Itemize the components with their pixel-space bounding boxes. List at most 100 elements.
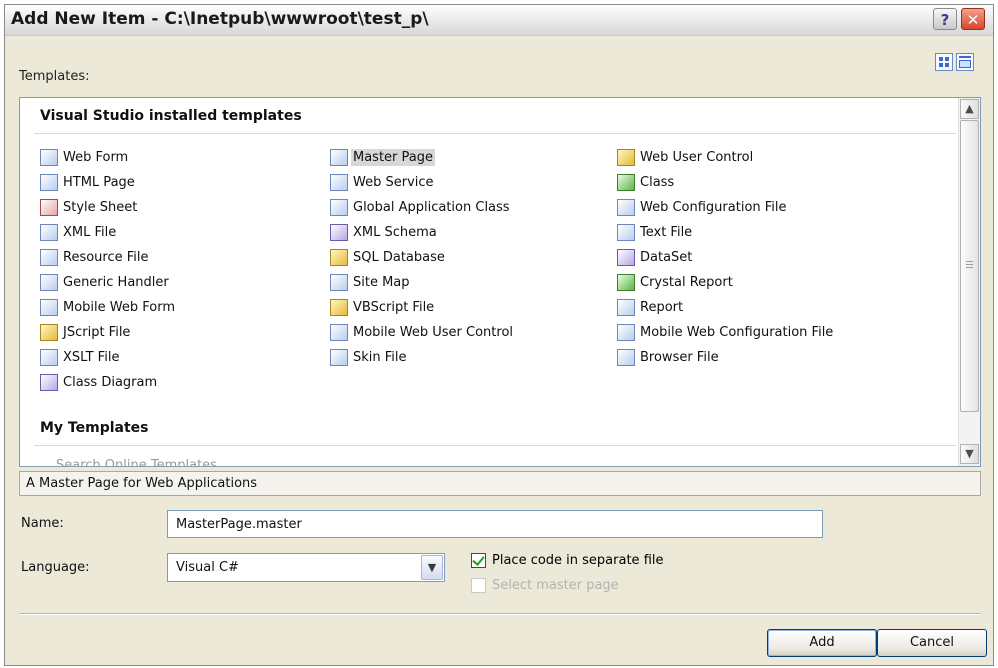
template-item-label: DataSet bbox=[640, 249, 693, 265]
dialog-title: Add New Item - C:\Inetpub\wwwroot\test_p… bbox=[11, 9, 429, 29]
template-item-web-user-control[interactable]: Web User Control bbox=[617, 146, 755, 168]
template-item-crystal-report[interactable]: Crystal Report bbox=[617, 271, 735, 293]
template-item-label: Crystal Report bbox=[640, 274, 733, 290]
template-item-label: SQL Database bbox=[353, 249, 445, 265]
template-item-label: Generic Handler bbox=[63, 274, 169, 290]
class-icon bbox=[617, 173, 635, 191]
place-code-option[interactable]: Place code in separate file bbox=[471, 553, 664, 568]
template-item-web-form[interactable]: Web Form bbox=[40, 146, 130, 168]
search-online-templates-item[interactable]: Search Online Templates... bbox=[56, 458, 229, 466]
template-item-class[interactable]: Class bbox=[617, 171, 676, 193]
template-item-report[interactable]: Report bbox=[617, 296, 685, 318]
vbscript-file-icon bbox=[330, 298, 348, 316]
template-item-text-file[interactable]: Text File bbox=[617, 221, 694, 243]
select-master-checkbox bbox=[471, 578, 486, 593]
select-master-option: Select master page bbox=[471, 578, 619, 593]
template-item-label: Report bbox=[640, 299, 684, 315]
template-item-dataset[interactable]: DataSet bbox=[617, 246, 694, 268]
template-item-vbscript-file[interactable]: VBScript File bbox=[330, 296, 436, 318]
template-item-label: Class Diagram bbox=[63, 374, 158, 390]
template-item-label: Global Application Class bbox=[353, 199, 510, 215]
template-item-label: Master Page bbox=[351, 148, 435, 166]
chevron-down-icon[interactable]: ▼ bbox=[421, 555, 443, 580]
close-button[interactable]: ✕ bbox=[961, 8, 985, 30]
template-item-mobile-web-user-control[interactable]: Mobile Web User Control bbox=[330, 321, 515, 343]
global-application-class-icon bbox=[330, 198, 348, 216]
browser-file-icon bbox=[617, 348, 635, 366]
mobile-web-user-control-icon bbox=[330, 323, 348, 341]
site-map-icon bbox=[330, 273, 348, 291]
group-header-my-templates: My Templates bbox=[40, 420, 149, 436]
web-configuration-file-icon bbox=[617, 198, 635, 216]
large-icons-view-button[interactable] bbox=[935, 53, 953, 71]
template-item-jscript-file[interactable]: JScript File bbox=[40, 321, 132, 343]
name-label: Name: bbox=[21, 516, 64, 531]
dataset-icon bbox=[617, 248, 635, 266]
template-item-label: Web User Control bbox=[640, 149, 754, 165]
template-item-html-page[interactable]: HTML Page bbox=[40, 171, 137, 193]
template-item-label: Text File bbox=[640, 224, 693, 240]
mobile-web-configuration-file-icon bbox=[617, 323, 635, 341]
place-code-label: Place code in separate file bbox=[492, 553, 664, 568]
mobile-web-form-icon bbox=[40, 298, 58, 316]
name-input[interactable] bbox=[167, 510, 823, 538]
template-item-label: Mobile Web User Control bbox=[353, 324, 514, 340]
xslt-file-icon bbox=[40, 348, 58, 366]
web-service-icon bbox=[330, 173, 348, 191]
generic-handler-icon bbox=[40, 273, 58, 291]
template-item-label: Mobile Web Form bbox=[63, 299, 175, 315]
template-item-site-map[interactable]: Site Map bbox=[330, 271, 412, 293]
template-item-label: XSLT File bbox=[63, 349, 120, 365]
language-label: Language: bbox=[21, 560, 90, 575]
template-item-label: Web Configuration File bbox=[640, 199, 787, 215]
template-item-label: Site Map bbox=[353, 274, 410, 290]
help-button[interactable]: ? bbox=[933, 8, 957, 30]
template-item-style-sheet[interactable]: Style Sheet bbox=[40, 196, 139, 218]
template-item-resource-file[interactable]: Resource File bbox=[40, 246, 151, 268]
master-page-icon bbox=[330, 148, 348, 166]
template-item-xml-file[interactable]: XML File bbox=[40, 221, 118, 243]
scroll-down-button[interactable]: ▼ bbox=[960, 444, 979, 464]
template-item-xslt-file[interactable]: XSLT File bbox=[40, 346, 121, 368]
template-item-label: Web Service bbox=[353, 174, 434, 190]
skin-file-icon bbox=[330, 348, 348, 366]
template-item-skin-file[interactable]: Skin File bbox=[330, 346, 409, 368]
template-item-browser-file[interactable]: Browser File bbox=[617, 346, 721, 368]
place-code-checkbox[interactable] bbox=[471, 553, 486, 568]
templates-list[interactable]: Visual Studio installed templates My Tem… bbox=[19, 97, 981, 467]
group-divider bbox=[34, 133, 956, 134]
class-diagram-icon bbox=[40, 373, 58, 391]
crystal-report-icon bbox=[617, 273, 635, 291]
add-new-item-dialog: Add New Item - C:\Inetpub\wwwroot\test_p… bbox=[4, 4, 994, 666]
template-item-web-configuration-file[interactable]: Web Configuration File bbox=[617, 196, 789, 218]
template-item-label: XML Schema bbox=[353, 224, 437, 240]
style-sheet-icon bbox=[40, 198, 58, 216]
language-select[interactable]: Visual C# ▼ bbox=[167, 553, 445, 582]
cancel-button[interactable]: Cancel bbox=[877, 629, 987, 657]
template-item-label: Class bbox=[640, 174, 675, 190]
template-item-label: JScript File bbox=[63, 324, 131, 340]
html-page-icon bbox=[40, 173, 58, 191]
scroll-up-button[interactable]: ▲ bbox=[960, 99, 979, 119]
small-icons-view-button[interactable] bbox=[956, 53, 974, 71]
template-item-class-diagram[interactable]: Class Diagram bbox=[40, 371, 159, 393]
template-item-master-page[interactable]: Master Page bbox=[330, 146, 435, 168]
jscript-file-icon bbox=[40, 323, 58, 341]
template-item-xml-schema[interactable]: XML Schema bbox=[330, 221, 439, 243]
template-description: A Master Page for Web Applications bbox=[19, 471, 981, 496]
sql-database-icon bbox=[330, 248, 348, 266]
scroll-thumb[interactable] bbox=[960, 120, 979, 412]
template-item-mobile-web-configuration-file[interactable]: Mobile Web Configuration File bbox=[617, 321, 835, 343]
template-item-sql-database[interactable]: SQL Database bbox=[330, 246, 447, 268]
templates-label: Templates: bbox=[19, 69, 90, 84]
xml-file-icon bbox=[40, 223, 58, 241]
language-value: Visual C# bbox=[176, 560, 239, 575]
add-button[interactable]: Add bbox=[767, 629, 877, 657]
template-item-global-application-class[interactable]: Global Application Class bbox=[330, 196, 512, 218]
template-item-generic-handler[interactable]: Generic Handler bbox=[40, 271, 171, 293]
resource-file-icon bbox=[40, 248, 58, 266]
group-divider bbox=[34, 445, 956, 446]
templates-scrollbar[interactable]: ▲ ▼ bbox=[958, 98, 980, 466]
template-item-web-service[interactable]: Web Service bbox=[330, 171, 436, 193]
template-item-mobile-web-form[interactable]: Mobile Web Form bbox=[40, 296, 177, 318]
